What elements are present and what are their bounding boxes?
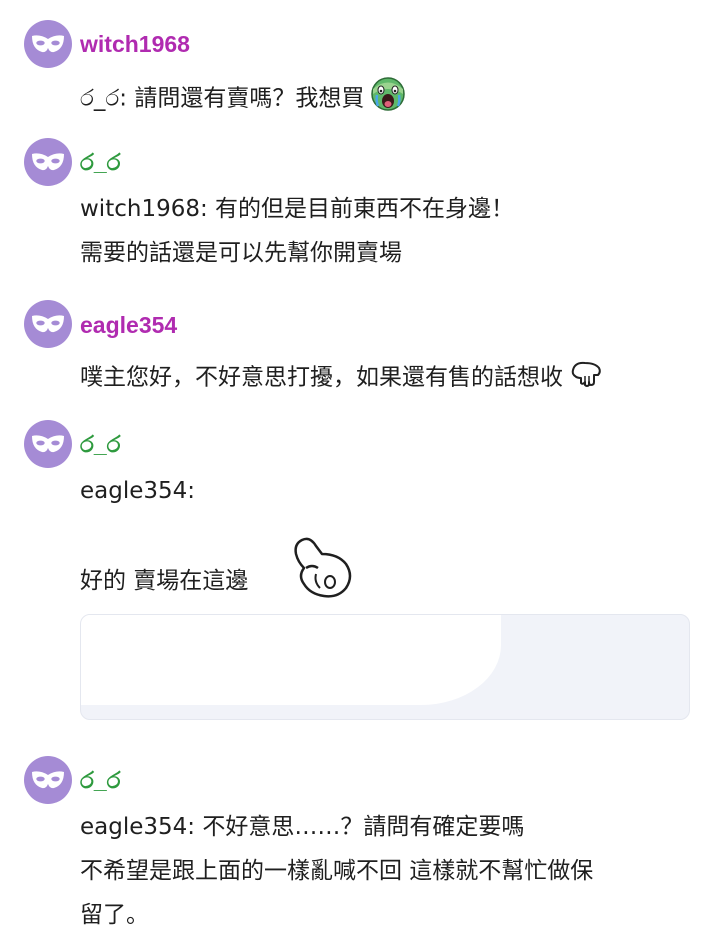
mask-icon [32,771,64,789]
user-avatar[interactable] [24,756,72,804]
user-avatar[interactable] [24,420,72,468]
comment-text-line: ර_ර: 請問還有賣嗎？我想買 [80,85,365,112]
comment-text: ර_ර: 請問還有賣嗎？我想買 [80,76,406,122]
user-avatar[interactable] [24,20,72,68]
link-preview-card[interactable] [80,614,690,720]
bowing-hand-icon [569,358,603,398]
mask-icon [32,435,64,453]
comment-text-line: 不希望是跟上面的一樣亂喊不回 這樣就不幫忙做保 [80,858,594,884]
comment-text-line: 留了。 [80,902,149,928]
username[interactable]: witch1968 [80,30,190,58]
comment-text-line: eagle354: 不好意思……？請問有確定要嗎 [80,814,525,840]
username[interactable]: ර_ර [80,766,121,794]
mask-icon [32,35,64,53]
mask-icon [32,153,64,171]
username[interactable]: eagle354 [80,311,177,339]
comment-text: 噗主您好，不好意思打擾，如果還有售的話想收 [80,358,603,398]
comment-text-line: 好的 賣場在這邊 [80,568,249,594]
comment-text-line: eagle354: [80,478,196,504]
user-avatar[interactable] [24,138,72,186]
pointing-hand-icon [288,532,360,608]
username[interactable]: ර_ර [80,148,121,176]
comment-thread: witch1968 ර_ර: 請問還有賣嗎？我想買 ර_ර witch1968:… [0,0,720,942]
crying-face-icon [370,76,406,122]
mask-icon [32,315,64,333]
comment-text: 好的 賣場在這邊 [80,564,248,598]
comment-text-line: 噗主您好，不好意思打擾，如果還有售的話想收 [80,364,563,391]
link-preview-redacted [81,675,201,705]
comment-text-line: 需要的話還是可以先幫你開賣場 [80,240,402,266]
comment-text-line: witch1968: 有的但是目前東西不在身邊！ [80,196,515,222]
user-avatar[interactable] [24,300,72,348]
username[interactable]: ර_ර [80,430,121,458]
